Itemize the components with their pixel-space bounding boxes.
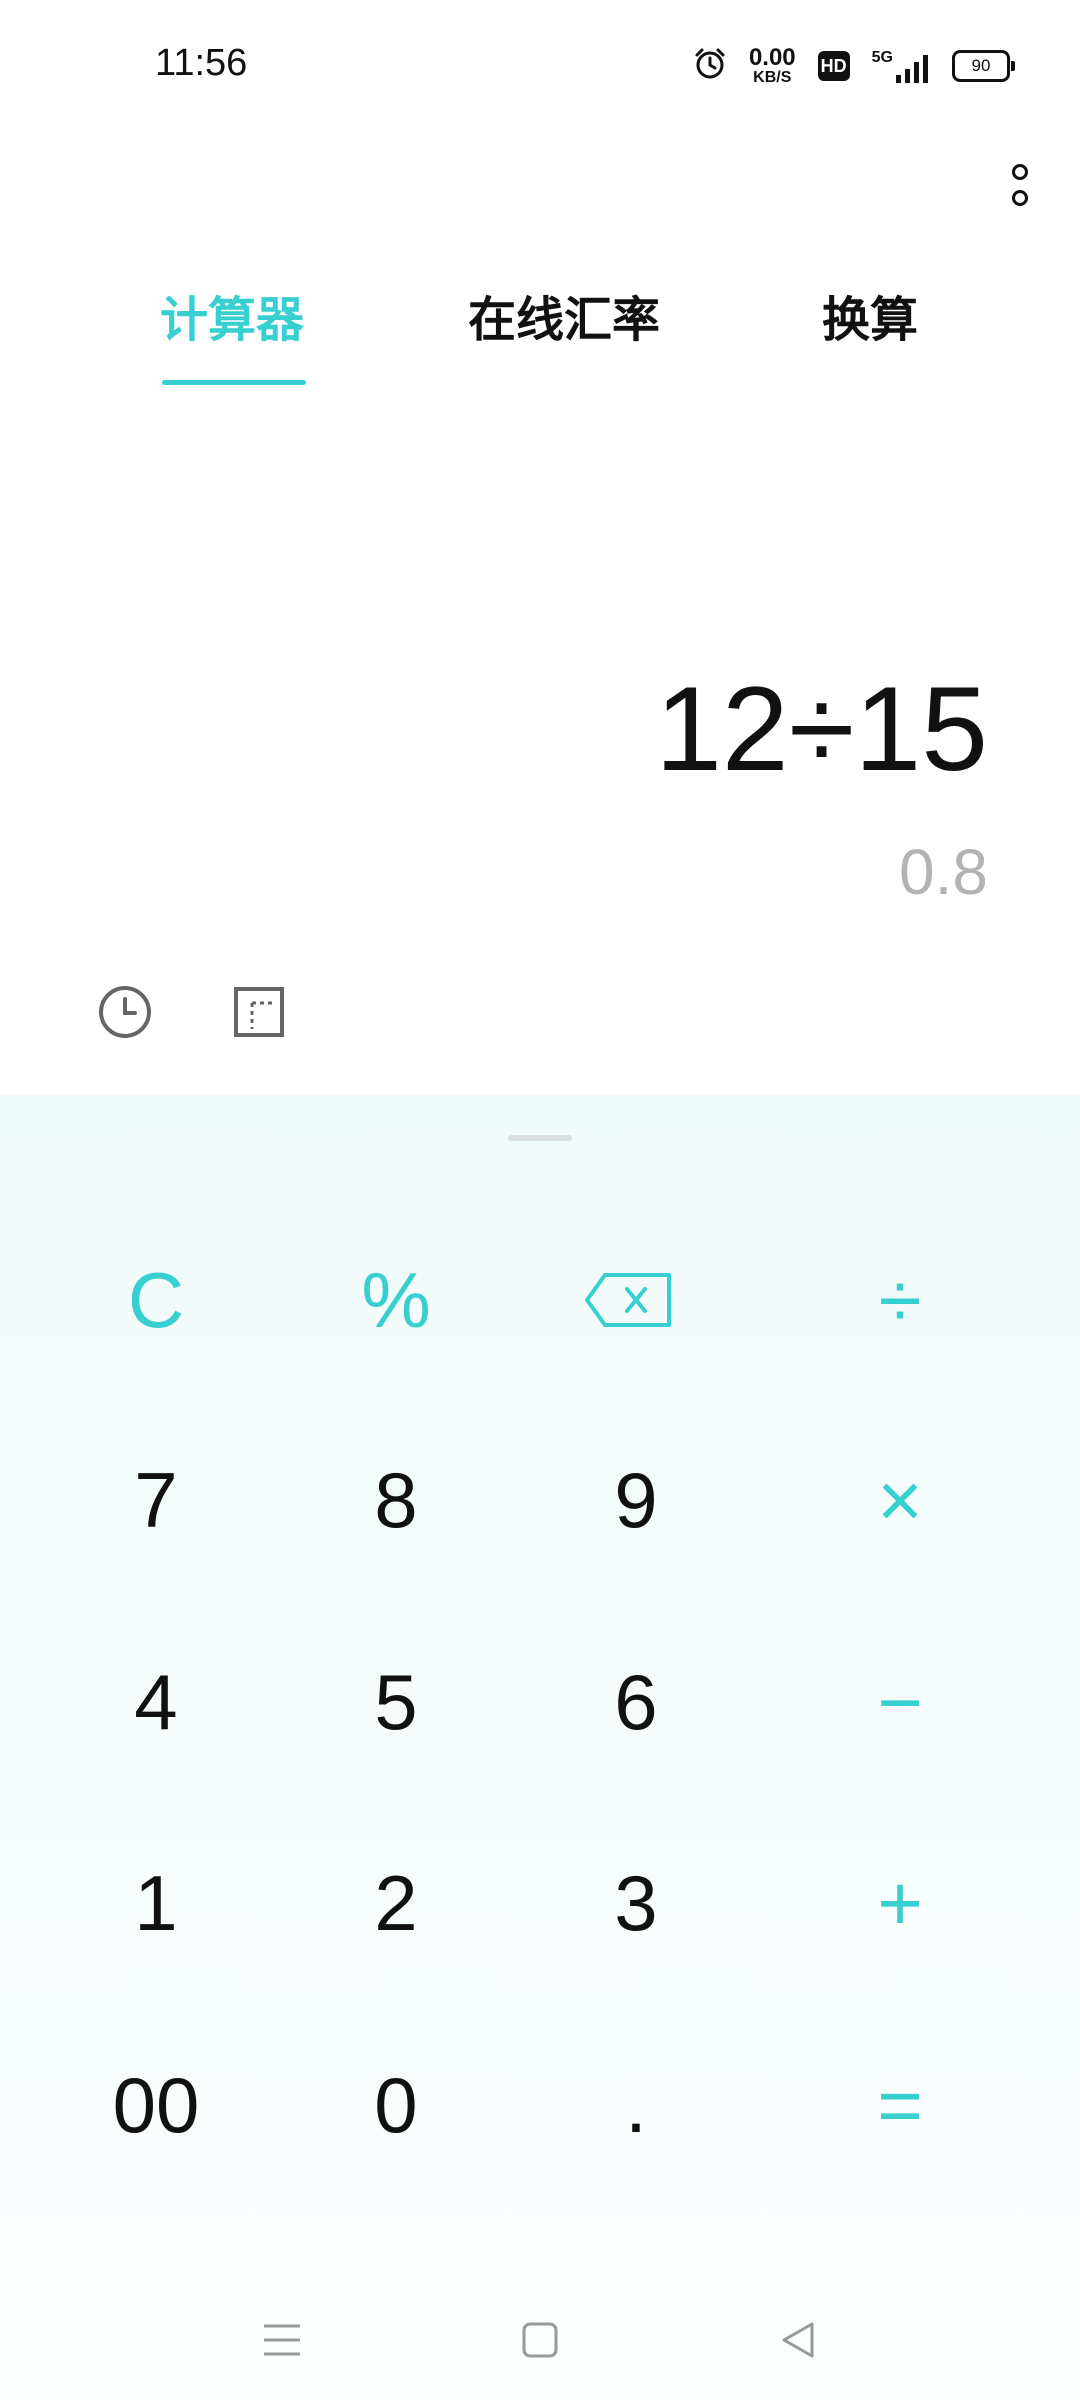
key-subtract[interactable]: −: [800, 1612, 1000, 1792]
status-icons: 0.00 KB/S HD 5G 90: [693, 46, 1015, 86]
key-double-zero[interactable]: 00: [56, 2015, 256, 2195]
key-backspace[interactable]: [528, 1210, 728, 1390]
key-multiply[interactable]: ×: [800, 1410, 1000, 1590]
menu-lines-icon: [264, 2324, 300, 2356]
signal-5g-icon: 5G: [872, 49, 930, 83]
battery-level: 90: [971, 56, 991, 75]
tab-conversion[interactable]: 换算: [822, 280, 918, 350]
tab-bar: 计算器 在线汇率 换算: [0, 280, 1080, 400]
net-speed: 0.00 KB/S: [749, 46, 796, 86]
key-0[interactable]: 0: [296, 2015, 496, 2195]
key-percent[interactable]: %: [296, 1210, 496, 1390]
key-3[interactable]: 3: [536, 1813, 736, 1993]
scientific-mode-button[interactable]: [232, 985, 286, 1039]
history-icon: [99, 986, 151, 1038]
keypad-panel: C % ÷ 7 8 9 × 4 5 6 − 1 2 3 + 00 0 . =: [0, 1095, 1080, 2400]
alarm-clock-icon: [693, 47, 727, 85]
more-options-button[interactable]: [1000, 155, 1040, 215]
scientific-mode-icon: [234, 987, 284, 1037]
status-bar: 11:56 0.00 KB/S HD 5G 90: [0, 0, 1080, 140]
nav-home-button[interactable]: [510, 2310, 570, 2370]
backspace-icon: [585, 1273, 671, 1327]
result-display: 0.8: [899, 836, 988, 908]
system-nav-bar: [0, 2270, 1080, 2400]
back-triangle-icon: [782, 2322, 814, 2358]
network-type-label: 5G: [871, 49, 893, 66]
key-9[interactable]: 9: [536, 1410, 736, 1590]
key-decimal-point[interactable]: .: [536, 2015, 736, 2195]
key-8[interactable]: 8: [296, 1410, 496, 1590]
key-2[interactable]: 2: [296, 1813, 496, 1993]
key-equals[interactable]: =: [800, 2015, 1000, 2195]
nav-back-button[interactable]: [768, 2310, 828, 2370]
nav-menu-button[interactable]: [252, 2310, 312, 2370]
calculator-screen: 11:56 0.00 KB/S HD 5G 90 计算器 在线汇率 换算 12÷…: [0, 0, 1080, 2400]
hd-icon: HD: [817, 51, 850, 81]
more-vertical-icon-dot: [1012, 190, 1028, 206]
active-tab-indicator: [162, 380, 306, 385]
tab-calculator[interactable]: 计算器: [160, 280, 304, 350]
expression-display: 12÷15: [655, 662, 988, 796]
key-5[interactable]: 5: [296, 1612, 496, 1792]
net-speed-value: 0.00: [748, 44, 796, 71]
battery-icon: 90: [952, 50, 1015, 82]
drag-handle[interactable]: [508, 1135, 572, 1141]
history-button[interactable]: [98, 985, 152, 1039]
status-time: 11:56: [155, 42, 248, 84]
key-6[interactable]: 6: [536, 1612, 736, 1792]
key-clear[interactable]: C: [56, 1210, 256, 1390]
key-divide[interactable]: ÷: [800, 1210, 1000, 1390]
tab-exchange-rate[interactable]: 在线汇率: [468, 280, 660, 350]
home-square-icon: [522, 2322, 558, 2358]
key-1[interactable]: 1: [56, 1813, 256, 1993]
more-vertical-icon: [1012, 164, 1028, 180]
key-7[interactable]: 7: [56, 1410, 256, 1590]
net-speed-unit: KB/S: [753, 69, 792, 86]
key-4[interactable]: 4: [56, 1612, 256, 1792]
key-add[interactable]: +: [800, 1813, 1000, 1993]
